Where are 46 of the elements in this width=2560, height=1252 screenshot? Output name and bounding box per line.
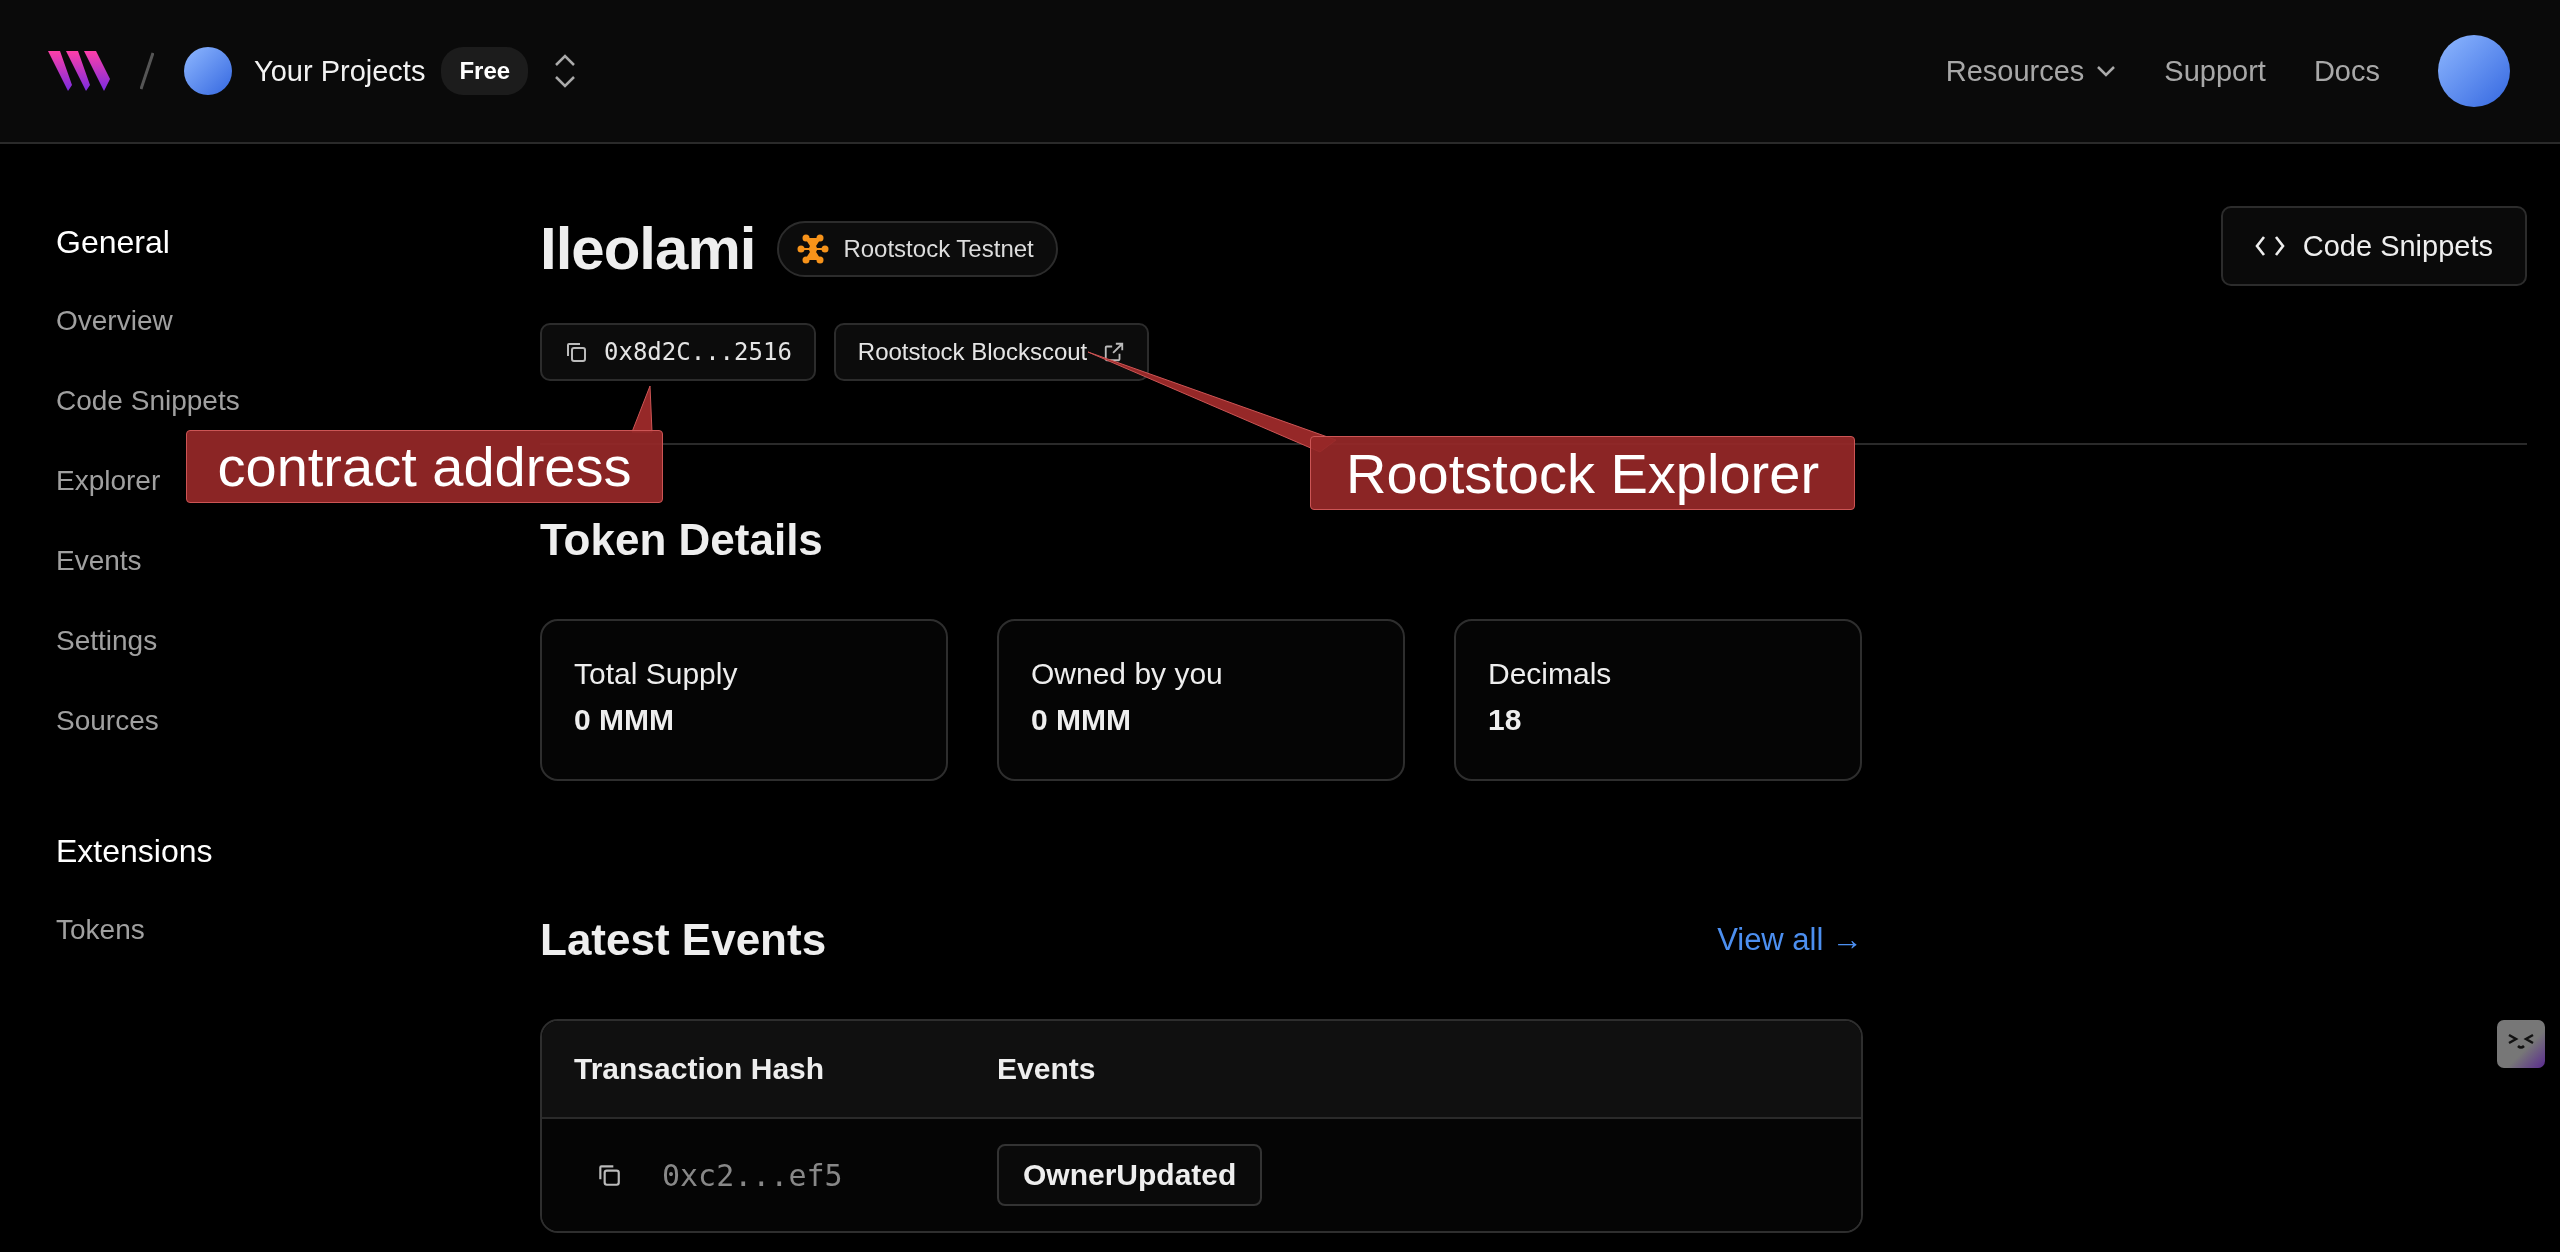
column-header: Transaction Hash	[574, 1052, 826, 1086]
transaction-hash[interactable]: 0xc2...ef5	[662, 1157, 843, 1193]
sidebar-item[interactable]: Settings	[56, 625, 158, 656]
stat-label: Total Supply	[574, 657, 739, 691]
sidebar-item[interactable]: Sources	[56, 705, 159, 736]
contract-title: Ileolami	[540, 214, 756, 283]
sidebar-item[interactable]: Explorer	[56, 465, 161, 496]
nav-link[interactable]: Resources	[1945, 54, 2117, 88]
callout-label: contract address	[186, 430, 663, 503]
address-chip[interactable]: 0x8d2C...2516	[540, 323, 816, 381]
network-icon	[797, 232, 830, 265]
sidebar-item[interactable]: Events	[56, 545, 142, 576]
external-link-icon	[1103, 341, 1126, 363]
view-all-link[interactable]: View all →	[1717, 922, 1863, 958]
sidebar-item[interactable]: Code Snippets	[56, 385, 240, 416]
chat-widget-icon[interactable]	[2497, 1020, 2545, 1068]
nav-link[interactable]: Support	[2164, 54, 2266, 88]
chevron-down-icon	[2096, 65, 2117, 77]
sidebar-heading: General	[56, 224, 171, 261]
stat-value: 0 MMM	[1031, 703, 1132, 737]
nav-link[interactable]: Docs	[2313, 54, 2380, 88]
switcher-icon[interactable]	[554, 54, 577, 88]
event-tag: OwnerUpdated	[997, 1144, 1263, 1206]
stat-value: 0 MMM	[574, 703, 675, 737]
logo-icon[interactable]	[48, 51, 112, 91]
column-header: Events	[997, 1052, 1097, 1086]
copy-icon[interactable]	[596, 1162, 622, 1188]
project-name[interactable]: Your Projects	[254, 54, 426, 88]
code-icon	[2254, 235, 2285, 257]
plan-badge: Free	[441, 47, 529, 95]
sidebar-heading: Extensions	[56, 833, 214, 870]
project-avatar[interactable]	[184, 47, 232, 95]
copy-icon[interactable]	[564, 340, 588, 364]
stat-label: Decimals	[1488, 657, 1613, 691]
callout-pointer	[631, 385, 653, 433]
section-heading: Latest Events	[540, 915, 827, 965]
stat-label: Owned by you	[1031, 657, 1224, 691]
callout-label: Rootstock Explorer	[1310, 436, 1855, 510]
explorer-link[interactable]: Rootstock Blockscout	[833, 323, 1150, 381]
network-badge: Rootstock Testnet	[777, 220, 1058, 277]
section-heading: Token Details	[540, 515, 824, 565]
sidebar-item[interactable]: Tokens	[56, 914, 145, 945]
stat-value: 18	[1488, 703, 1523, 737]
code-snippets-button[interactable]: Code Snippets	[2220, 206, 2527, 286]
slash-separator	[140, 52, 154, 90]
sidebar-item[interactable]: Overview	[56, 305, 173, 336]
